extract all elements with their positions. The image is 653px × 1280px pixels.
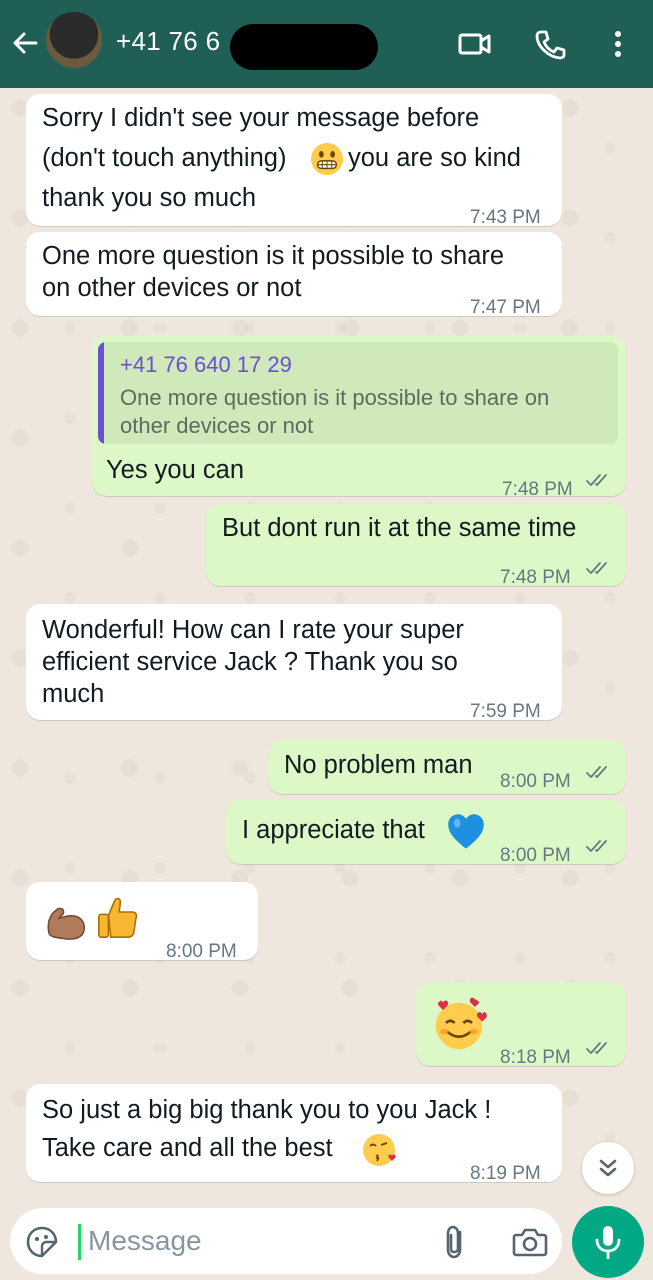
camera-icon[interactable]: [512, 1226, 548, 1258]
microphone-icon: [595, 1226, 621, 1260]
message-bubble-incoming[interactable]: One more question is it possible to shar…: [26, 232, 562, 318]
message-text: I appreciate that: [242, 816, 425, 844]
message-bubble-outgoing[interactable]: But dont run it at the same time 7:48 PM: [206, 504, 626, 588]
message-bubble-outgoing[interactable]: +41 76 640 17 29 One more question is it…: [92, 336, 626, 500]
voice-message-button[interactable]: [572, 1206, 644, 1278]
blue-heart-emoji: [448, 814, 484, 849]
message-bubble-outgoing[interactable]: 8:18 PM: [416, 982, 626, 1068]
message-bubble-outgoing[interactable]: I appreciate that 8:00 PM: [226, 800, 626, 866]
message-text: Take care and all the best: [42, 1134, 333, 1162]
message-text: much: [42, 680, 105, 708]
avatar[interactable]: [46, 12, 102, 68]
quoted-text: One more question is it possible to shar…: [120, 385, 550, 438]
read-receipt-icon: [586, 840, 607, 852]
flexed-biceps-emoji: [47, 907, 86, 940]
chat-header: +41 76 6: [0, 0, 653, 88]
voice-call-icon[interactable]: [533, 28, 567, 60]
scroll-to-bottom-button[interactable]: [582, 1142, 634, 1194]
double-chevron-down-icon: [599, 1159, 617, 1177]
text-caret: [78, 1224, 81, 1260]
message-time: 8:00 PM: [166, 941, 237, 962]
message-text: Yes you can: [106, 456, 244, 484]
message-text: But dont run it at the same time: [222, 514, 577, 542]
message-time: 7:47 PM: [470, 297, 541, 318]
message-text: on other devices or not: [42, 274, 302, 302]
redaction-mark: [230, 24, 378, 70]
message-time: 8:00 PM: [500, 771, 571, 792]
paperclip-icon[interactable]: [442, 1224, 470, 1260]
message-time: 7:59 PM: [470, 701, 541, 722]
message-bubble-incoming[interactable]: Sorry I didn't see your message before (…: [26, 94, 562, 228]
message-time: 8:19 PM: [470, 1163, 541, 1184]
message-bubble-incoming[interactable]: So just a big big thank you to you Jack …: [26, 1084, 562, 1184]
quote-accent-bar: [98, 342, 104, 444]
contact-name[interactable]: +41 76 6: [116, 26, 220, 57]
read-receipt-icon: [586, 1042, 607, 1054]
grimacing-face-emoji: [310, 142, 344, 176]
message-bubble-incoming[interactable]: Wonderful! How can I rate your super eff…: [26, 604, 562, 722]
message-text: Sorry I didn't see your message before: [42, 104, 480, 132]
message-text: (don't touch anything): [42, 144, 287, 172]
message-time: 8:18 PM: [500, 1047, 571, 1068]
message-text: No problem man: [284, 751, 473, 779]
message-text: thank you so much: [42, 184, 257, 212]
smiling-face-with-hearts-emoji: [435, 997, 487, 1050]
message-input[interactable]: [88, 1218, 428, 1264]
video-call-icon[interactable]: [458, 28, 492, 60]
message-bubble-incoming[interactable]: 8:00 PM: [26, 882, 258, 962]
quoted-sender: +41 76 640 17 29: [120, 352, 292, 377]
face-blowing-a-kiss-emoji: [363, 1134, 396, 1166]
read-receipt-icon: [586, 562, 607, 574]
message-bubble-outgoing[interactable]: No problem man 8:00 PM: [268, 740, 626, 794]
emoji-sticker-icon[interactable]: [26, 1226, 58, 1258]
message-text: So just a big big thank you to you Jack …: [42, 1096, 492, 1124]
read-receipt-icon: [586, 474, 607, 486]
message-text: efficient service Jack ? Thank you so: [42, 648, 458, 676]
message-time: 8:00 PM: [500, 845, 571, 866]
message-text: you are so kind: [348, 144, 521, 172]
read-receipt-icon: [586, 766, 607, 778]
message-composer: [10, 1208, 562, 1274]
thumbs-up-emoji: [98, 897, 138, 938]
quoted-message[interactable]: +41 76 640 17 29 One more question is it…: [98, 342, 618, 444]
more-options-icon[interactable]: [606, 28, 630, 60]
back-arrow-icon[interactable]: [10, 28, 40, 58]
message-time: 7:48 PM: [500, 567, 571, 588]
